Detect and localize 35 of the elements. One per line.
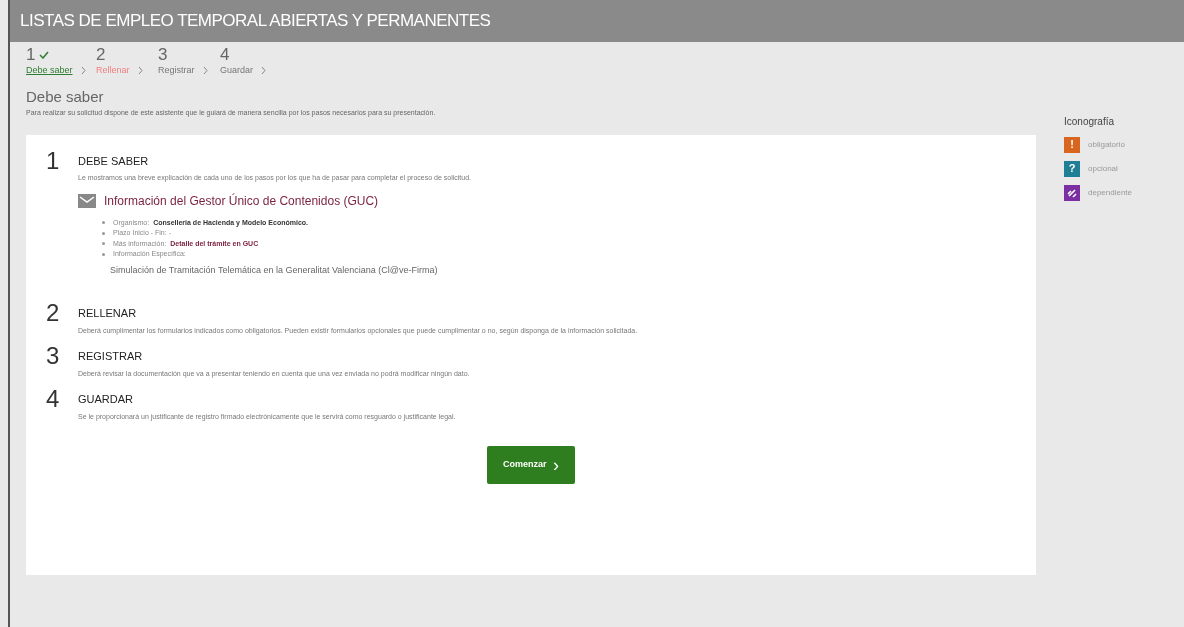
legend-label: dependiente xyxy=(1088,186,1133,199)
step-link[interactable]: Guardar xyxy=(220,64,254,78)
section-title: GUARDAR xyxy=(78,392,134,408)
step-title: Debe saber xyxy=(26,86,105,107)
section-number: 2 xyxy=(46,301,61,329)
legend-label: obligatorio xyxy=(1088,138,1125,151)
question-icon: ? xyxy=(1064,160,1080,177)
start-button[interactable]: Comenzar › xyxy=(487,446,575,485)
step-link[interactable]: Registrar xyxy=(158,64,195,78)
step-number: 1 xyxy=(26,45,36,65)
info-title: Información del Gestor Único de Contenidos (GUC) xyxy=(104,192,379,210)
exclamation-icon: ! xyxy=(1064,136,1080,153)
step-number: 2 xyxy=(96,45,106,65)
bullet-icon xyxy=(102,252,105,256)
bullet-icon xyxy=(102,231,105,235)
envelope-icon xyxy=(78,193,96,208)
chevron-icon xyxy=(80,66,86,76)
specific-info: Simulación de Tramitación Telemática en la Generalitat Valenciana (Cl@ve-Firma) xyxy=(109,263,439,277)
section-title: DEBE SABER xyxy=(78,153,150,169)
chevron-icon xyxy=(137,66,143,76)
bullet-icon xyxy=(102,242,105,246)
step-number: 3 xyxy=(158,45,168,65)
step-link[interactable]: Debe saber xyxy=(26,64,73,78)
legend-label: opcional xyxy=(1088,162,1118,175)
section-number: 3 xyxy=(46,344,61,372)
section-number: 1 xyxy=(46,148,61,176)
legend-title: Iconografía xyxy=(1064,114,1116,129)
step-number: 4 xyxy=(220,45,230,65)
section-title: RELLENAR xyxy=(78,306,138,322)
page-title: LISTAS DE EMPLEO TEMPORAL ABIERTAS Y PERMANENTES xyxy=(20,11,491,30)
chevron-icon xyxy=(202,66,208,76)
section-title: REGISTRAR xyxy=(78,349,144,365)
section-number: 4 xyxy=(46,387,61,415)
chevron-icon xyxy=(261,66,267,76)
bullet-icon xyxy=(102,221,105,225)
